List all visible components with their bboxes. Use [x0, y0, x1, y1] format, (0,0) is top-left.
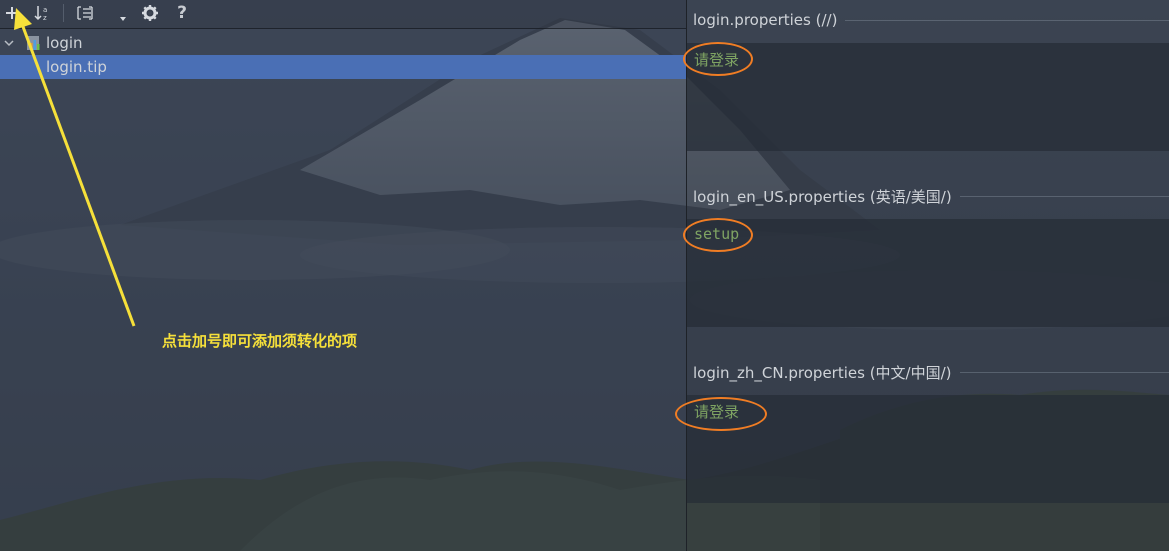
sort-alphabetically-icon[interactable]: a z — [32, 2, 54, 24]
header-divider-line — [959, 195, 1169, 197]
properties-file-title: login.properties (//) — [693, 11, 838, 29]
properties-file-title: login_en_US.properties (英语/美国/) — [693, 187, 952, 206]
tree-item-label: login — [46, 34, 83, 52]
value-editor-zh-cn[interactable]: 请登录 — [687, 395, 1169, 503]
properties-editor-window: a z ? login login.tip 点击加号即可添加须转化的项 logi… — [0, 0, 1169, 551]
toolbar-separator — [63, 4, 64, 22]
tree-item-login[interactable]: login — [0, 31, 686, 55]
svg-text:a: a — [43, 6, 47, 14]
annotation-caption: 点击加号即可添加须转化的项 — [162, 332, 358, 350]
translations-pane: login.properties (//) 请登录 login_en_US.pr… — [675, 0, 1169, 551]
tree-toolbar: a z ? — [0, 0, 686, 29]
help-icon[interactable]: ? — [171, 2, 193, 24]
section-header-zh-cn: login_zh_CN.properties (中文/中国/) — [687, 352, 1169, 392]
group-by-icon[interactable] — [74, 2, 96, 24]
tree-item-label: login.tip — [46, 58, 107, 76]
properties-file-title: login_zh_CN.properties (中文/中国/) — [693, 363, 952, 382]
gear-icon[interactable] — [139, 2, 161, 24]
tree-item-login-tip[interactable]: login.tip — [0, 55, 686, 79]
resource-bundle-icon — [27, 36, 40, 50]
chevron-down-icon[interactable] — [2, 36, 16, 50]
dropdown-arrow-icon[interactable] — [116, 2, 130, 24]
resource-bundle-tree-pane: a z ? login login.tip — [0, 0, 686, 551]
property-value: 请登录 — [694, 51, 740, 69]
svg-text:z: z — [43, 14, 47, 22]
section-header-default: login.properties (//) — [687, 0, 1169, 40]
property-value: setup — [694, 225, 740, 243]
property-value: 请登录 — [694, 403, 740, 421]
value-editor-default[interactable]: 请登录 — [687, 43, 1169, 151]
plus-icon[interactable] — [1, 2, 23, 24]
section-header-en-us: login_en_US.properties (英语/美国/) — [687, 176, 1169, 216]
value-editor-en-us[interactable]: setup — [687, 219, 1169, 327]
header-divider-line — [959, 371, 1169, 373]
header-divider-line — [845, 19, 1169, 21]
